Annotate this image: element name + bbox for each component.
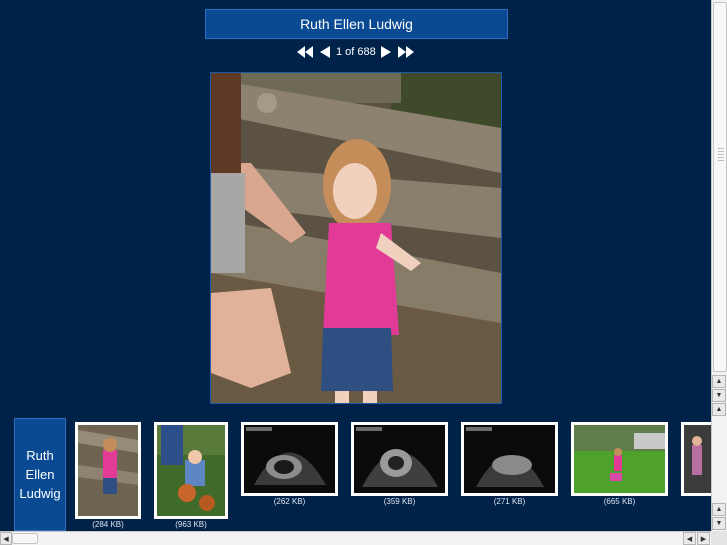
scroll-down-button[interactable]: ▼ bbox=[712, 389, 726, 402]
first-photo-button[interactable] bbox=[296, 43, 314, 60]
thumbnail-7[interactable] bbox=[681, 422, 711, 512]
thumbnail-image bbox=[78, 425, 138, 516]
thumbnail-2[interactable]: (963 KB) bbox=[154, 422, 228, 532]
last-photo-button[interactable] bbox=[398, 43, 416, 60]
thumbnail-image bbox=[157, 425, 225, 516]
rewind-icon bbox=[296, 45, 313, 58]
thumbnail-6[interactable]: (665 KB) bbox=[571, 422, 668, 512]
thumbnail-1[interactable]: (284 KB) bbox=[75, 422, 141, 532]
thumbnail-image bbox=[464, 425, 555, 493]
thumbnail-size: (262 KB) bbox=[273, 497, 306, 506]
photo-image bbox=[211, 73, 501, 403]
next-photo-button[interactable] bbox=[380, 43, 392, 60]
thumbnail-5[interactable]: (271 KB) bbox=[461, 422, 558, 512]
album-title: Ruth Ellen Ludwig bbox=[205, 9, 508, 39]
photo-counter: 1 of 688 bbox=[336, 45, 376, 58]
scroll-down-button-2[interactable]: ▼ bbox=[712, 517, 726, 530]
thumbnail-image bbox=[354, 425, 445, 493]
thumbnail-size: (284 KB) bbox=[92, 520, 124, 529]
horizontal-scroll-thumb[interactable] bbox=[12, 533, 38, 544]
thumbnail-size: (963 KB) bbox=[175, 520, 207, 529]
scrollbar-corner bbox=[711, 531, 727, 545]
grip-icon bbox=[718, 148, 724, 162]
thumbnail-4[interactable]: (359 KB) bbox=[351, 422, 448, 512]
main-photo[interactable] bbox=[210, 72, 502, 404]
scroll-up-button[interactable]: ▲ bbox=[712, 375, 726, 388]
previous-photo-button[interactable] bbox=[318, 43, 332, 60]
scroll-left-button[interactable]: ◀ bbox=[0, 532, 12, 545]
scroll-up-button-3[interactable]: ▲ bbox=[712, 503, 726, 516]
album-sidebar-label: Ruth Ellen Ludwig bbox=[14, 418, 66, 531]
thumbnail-image bbox=[244, 425, 335, 493]
scroll-up-button-2[interactable]: ▲ bbox=[712, 403, 726, 416]
scroll-left-button-2[interactable]: ◀ bbox=[683, 532, 696, 545]
triangle-right-icon bbox=[380, 45, 391, 58]
thumbnail-image bbox=[684, 425, 711, 493]
vertical-scroll-thumb[interactable] bbox=[713, 2, 727, 372]
scroll-right-button[interactable]: ▶ bbox=[697, 532, 710, 545]
thumbnail-image bbox=[574, 425, 665, 493]
photo-navigation: 1 of 688 bbox=[296, 43, 416, 60]
fast-forward-icon bbox=[398, 45, 415, 58]
vertical-scrollbar[interactable]: ▲ ▼ ▲ ▲ ▼ bbox=[711, 0, 727, 531]
horizontal-scrollbar[interactable]: ◀ ◀ ▶ bbox=[0, 531, 727, 545]
thumbnail-size: (271 KB) bbox=[493, 497, 526, 506]
thumbnail-3[interactable]: (262 KB) bbox=[241, 422, 338, 512]
triangle-left-icon bbox=[320, 45, 330, 58]
thumbnail-strip: Ruth Ellen Ludwig (284 KB) (963 KB) (262… bbox=[0, 415, 711, 531]
thumbnail-size: (665 KB) bbox=[603, 497, 636, 506]
thumbnail-size: (359 KB) bbox=[383, 497, 416, 506]
